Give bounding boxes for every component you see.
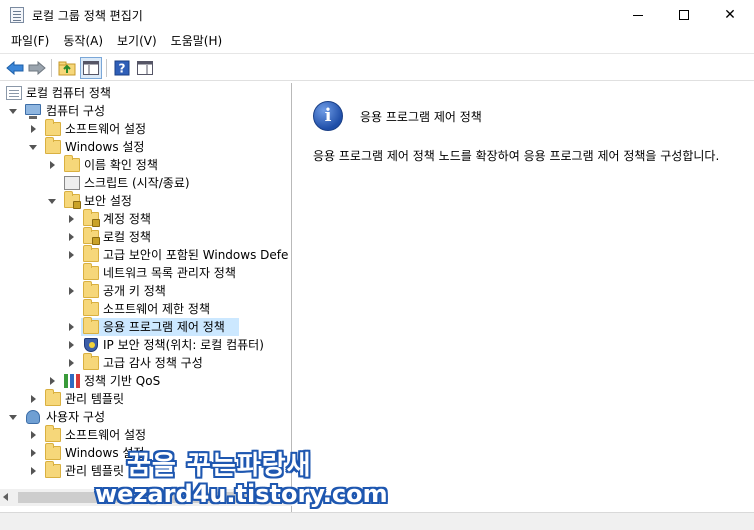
folder-icon <box>45 389 61 406</box>
chevron-right-icon[interactable] <box>27 123 39 135</box>
chevron-right-icon[interactable] <box>46 375 58 387</box>
back-button[interactable] <box>4 57 26 79</box>
tree-item-local-computer-policy[interactable]: 로컬 컴퓨터 정책 <box>0 84 291 102</box>
tree-item-cc-administrative-templates[interactable]: 관리 템플릿 <box>0 389 291 408</box>
forward-arrow-icon <box>28 61 46 75</box>
computer-icon <box>25 104 41 119</box>
ip-security-icon <box>84 338 98 352</box>
tree-item-user-configuration[interactable]: 사용자 구성 <box>0 408 291 426</box>
tree-item-cc-software-settings[interactable]: 소프트웨어 설정 <box>0 119 291 138</box>
tree-item-security-settings[interactable]: 보안 설정 <box>0 191 291 210</box>
policy-document-icon <box>6 86 22 100</box>
policy-editor-icon <box>10 7 24 23</box>
locked-folder-icon <box>83 227 100 245</box>
chevron-right-icon[interactable] <box>65 321 77 333</box>
forward-button[interactable] <box>26 57 48 79</box>
tree-item-network-list-manager[interactable]: 네트워크 목록 관리자 정책 <box>0 263 291 282</box>
help-icon: ? <box>114 60 130 76</box>
menu-view[interactable]: 보기(V) <box>110 30 164 52</box>
folder-icon <box>64 155 80 172</box>
chevron-right-icon[interactable] <box>65 285 77 297</box>
tree-item-software-restriction[interactable]: 소프트웨어 제한 정책 <box>0 299 291 318</box>
folder-icon <box>83 317 99 334</box>
security-folder-icon <box>64 191 81 209</box>
tree-item-local-policies[interactable]: 로컬 정책 <box>0 227 291 246</box>
tree-item-computer-configuration[interactable]: 컴퓨터 구성 <box>0 102 291 120</box>
title-bar: 로컬 그룹 정책 편집기 ✕ <box>0 0 754 30</box>
close-icon: ✕ <box>724 7 736 23</box>
action-pane-icon <box>137 61 153 75</box>
tree-item-cc-windows-settings[interactable]: Windows 설정 <box>0 137 291 156</box>
window-title: 로컬 그룹 정책 편집기 <box>32 9 143 23</box>
scroll-left-arrow-icon[interactable] <box>3 493 8 501</box>
folder-icon <box>83 353 99 370</box>
tree-item-name-resolution-policy[interactable]: 이름 확인 정책 <box>0 155 291 174</box>
detail-pane: i 응용 프로그램 제어 정책 응용 프로그램 제어 정책 노드를 확장하여 응… <box>294 83 754 513</box>
tree-item-public-key-policies[interactable]: 공개 키 정책 <box>0 281 291 300</box>
show-hide-console-tree-button[interactable] <box>80 57 102 79</box>
detail-title: 응용 프로그램 제어 정책 <box>360 110 482 124</box>
chevron-down-icon[interactable] <box>7 105 19 117</box>
tree-item-advanced-audit-policy[interactable]: 고급 감사 정책 구성 <box>0 353 291 372</box>
menu-bar: 파일(F) 동작(A) 보기(V) 도움말(H) <box>0 30 754 52</box>
tree-item-ip-security-policies[interactable]: IP 보안 정책(위치: 로컬 컴퓨터) <box>0 336 291 354</box>
watermark-url: wezard4u.tistory.com <box>95 480 388 508</box>
chevron-right-icon[interactable] <box>65 339 77 351</box>
tree-item-account-policies[interactable]: 계정 정책 <box>0 209 291 228</box>
toolbar-separator <box>106 59 107 77</box>
user-icon <box>26 410 40 424</box>
watermark-blog-name: 꿈을 꾸는파랑새 <box>127 451 312 481</box>
folder-icon <box>45 425 61 442</box>
info-icon: i <box>313 101 343 131</box>
console-tree-icon <box>83 61 99 75</box>
back-arrow-icon <box>6 61 24 75</box>
maximize-icon <box>679 10 689 20</box>
folder-icon <box>45 461 61 478</box>
tree-item-application-control-policies[interactable]: 응용 프로그램 제어 정책 <box>0 317 291 336</box>
chevron-right-icon[interactable] <box>65 249 77 261</box>
chevron-right-icon[interactable] <box>46 159 58 171</box>
help-button[interactable]: ? <box>111 57 133 79</box>
script-icon <box>64 176 80 190</box>
locked-folder-icon <box>83 209 100 227</box>
chevron-right-icon[interactable] <box>65 357 77 369</box>
menu-action[interactable]: 동작(A) <box>56 30 110 52</box>
folder-icon <box>45 119 61 136</box>
maximize-button[interactable] <box>661 0 707 30</box>
toolbar-separator <box>51 59 52 77</box>
menu-file[interactable]: 파일(F) <box>4 30 56 52</box>
chevron-right-icon[interactable] <box>27 447 39 459</box>
chevron-right-icon[interactable] <box>27 429 39 441</box>
qos-chart-icon <box>64 374 80 388</box>
chevron-right-icon[interactable] <box>65 231 77 243</box>
chevron-right-icon[interactable] <box>27 393 39 405</box>
status-bar <box>0 512 754 530</box>
chevron-right-icon[interactable] <box>27 465 39 477</box>
folder-icon <box>83 299 99 316</box>
minimize-icon <box>633 14 643 16</box>
folder-icon <box>83 245 99 262</box>
folder-up-icon <box>58 61 76 76</box>
up-one-level-button[interactable] <box>56 57 78 79</box>
tree-item-uc-software-settings[interactable]: 소프트웨어 설정 <box>0 425 291 444</box>
toolbar: ? <box>0 53 754 81</box>
chevron-down-icon[interactable] <box>46 195 58 207</box>
folder-open-icon <box>45 137 61 154</box>
tree-item-policy-based-qos[interactable]: 정책 기반 QoS <box>0 372 291 390</box>
folder-icon <box>83 263 99 280</box>
close-button[interactable]: ✕ <box>707 0 753 30</box>
chevron-right-icon[interactable] <box>65 213 77 225</box>
folder-icon <box>45 443 61 460</box>
tree-item-windows-defender-firewall[interactable]: 고급 보안이 포함된 Windows Defe <box>0 245 291 264</box>
chevron-down-icon[interactable] <box>7 411 19 423</box>
folder-icon <box>83 281 99 298</box>
chevron-down-icon[interactable] <box>27 141 39 153</box>
show-action-pane-button[interactable] <box>134 57 156 79</box>
detail-description: 응용 프로그램 제어 정책 노드를 확장하여 응용 프로그램 제어 정책을 구성… <box>313 149 720 163</box>
minimize-button[interactable] <box>615 0 661 30</box>
svg-text:?: ? <box>119 62 126 76</box>
menu-help[interactable]: 도움말(H) <box>164 30 230 52</box>
tree-item-scripts[interactable]: 스크립트 (시작/종료) <box>0 174 291 192</box>
